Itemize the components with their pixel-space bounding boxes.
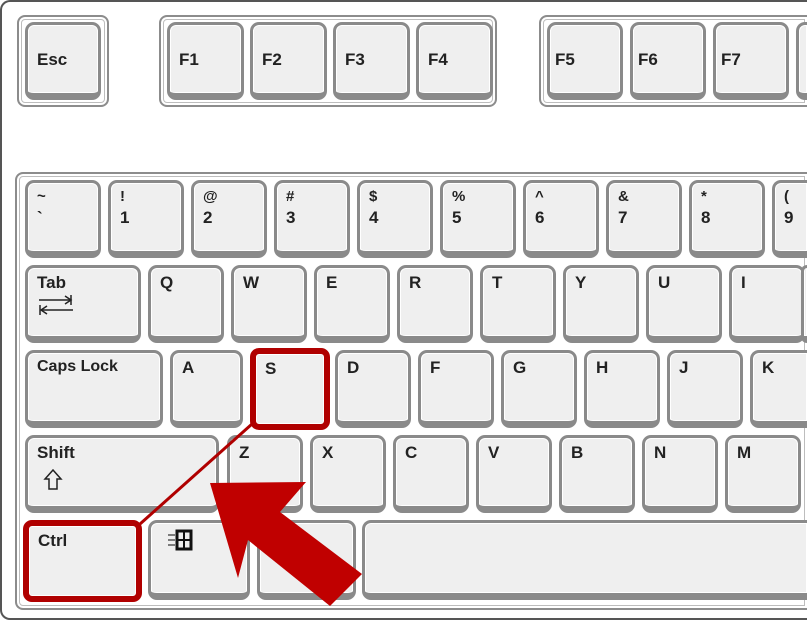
annotation-overlay [139,422,362,606]
pointer-arrow [210,482,362,606]
